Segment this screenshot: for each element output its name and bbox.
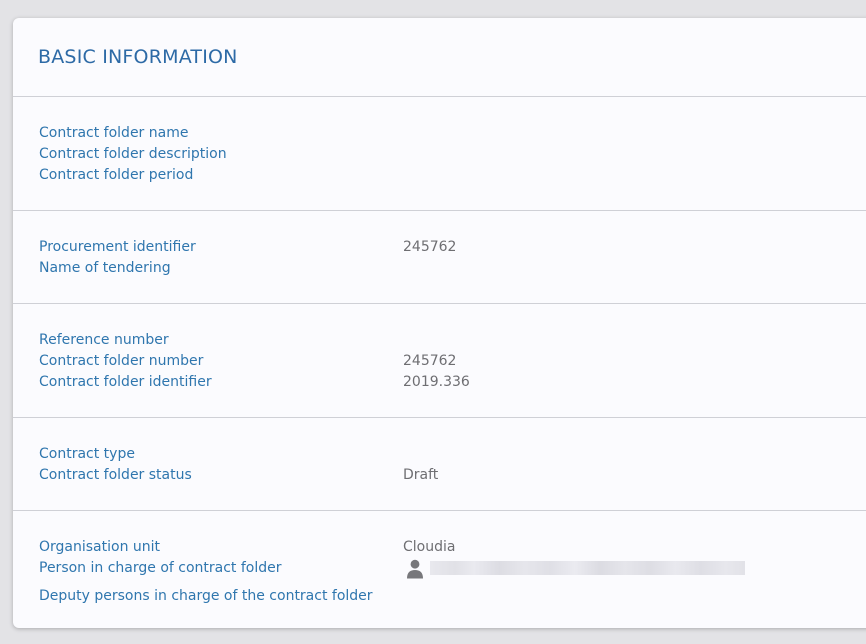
field-row-reference-number: Reference number <box>13 330 866 351</box>
section-contract-status: Contract type Contract folder status Dra… <box>13 418 866 511</box>
field-row-contract-folder-description: Contract folder description <box>13 144 866 165</box>
field-row-person-in-charge: Person in charge of contract folder <box>13 557 866 581</box>
person-name-redacted[interactable] <box>430 561 745 575</box>
field-row-contract-folder-name: Contract folder name <box>13 123 866 144</box>
field-label: Organisation unit <box>39 539 161 555</box>
section-procurement: Procurement identifier 245762 Name of te… <box>13 211 866 304</box>
field-row-contract-type: Contract type <box>13 444 866 465</box>
basic-information-card: BASIC INFORMATION Contract folder name C… <box>13 18 866 628</box>
field-label: Procurement identifier <box>39 239 196 255</box>
card-title: BASIC INFORMATION <box>38 46 238 68</box>
section-references: Reference number Contract folder number … <box>13 304 866 418</box>
card-header: BASIC INFORMATION <box>13 18 866 97</box>
field-label: Contract folder number <box>39 353 204 369</box>
field-label: Reference number <box>39 332 169 348</box>
field-row-deputy-persons: Deputy persons in charge of the contract… <box>13 586 866 607</box>
field-label: Name of tendering <box>39 260 171 276</box>
person-icon <box>407 559 423 579</box>
field-row-name-of-tendering: Name of tendering <box>13 258 866 279</box>
field-row-organisation-unit: Organisation unit Cloudia <box>13 537 866 558</box>
field-label: Contract type <box>39 446 135 462</box>
field-row-contract-folder-status: Contract folder status Draft <box>13 465 866 486</box>
status-value: Draft <box>403 467 439 483</box>
field-row-contract-folder-identifier: Contract folder identifier 2019.336 <box>13 372 866 393</box>
field-label: Contract folder period <box>39 167 194 183</box>
field-value: Cloudia <box>403 539 456 555</box>
field-row-contract-folder-period: Contract folder period <box>13 165 866 186</box>
field-value: 245762 <box>403 239 457 255</box>
field-value: 2019.336 <box>403 374 470 390</box>
field-label: Contract folder identifier <box>39 374 212 390</box>
field-label: Contract folder status <box>39 467 192 483</box>
field-row-contract-folder-number: Contract folder number 245762 <box>13 351 866 372</box>
section-organisation: Organisation unit Cloudia Person in char… <box>13 511 866 628</box>
field-label: Contract folder name <box>39 125 189 141</box>
field-row-procurement-identifier: Procurement identifier 245762 <box>13 237 866 258</box>
field-label: Contract folder description <box>39 146 227 162</box>
field-value: 245762 <box>403 353 457 369</box>
section-contract-folder: Contract folder name Contract folder des… <box>13 97 866 211</box>
field-label: Person in charge of contract folder <box>39 560 282 576</box>
field-label: Deputy persons in charge of the contract… <box>39 588 373 604</box>
